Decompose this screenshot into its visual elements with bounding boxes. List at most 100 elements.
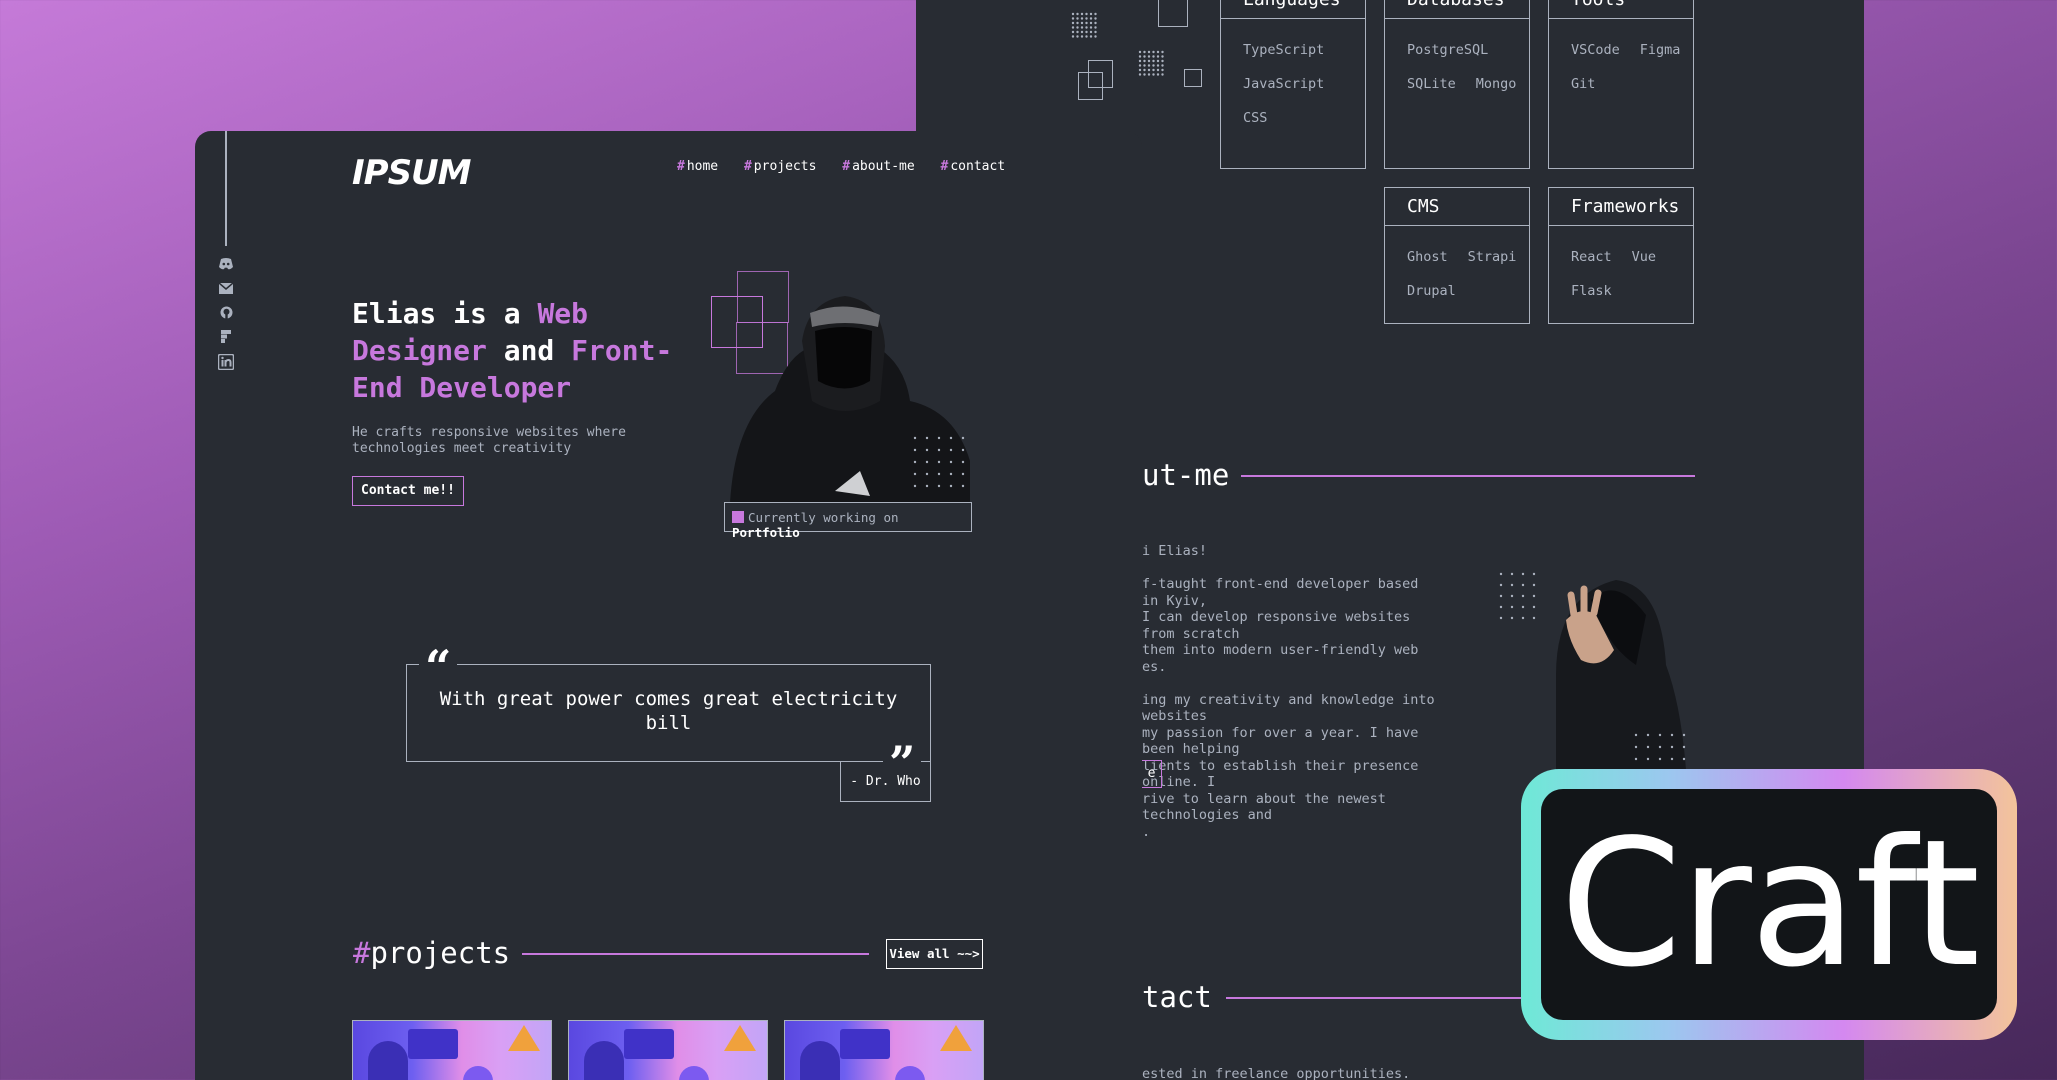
dot [1161, 59, 1164, 63]
skill-box-items: Ghost Strapi Drupal [1385, 226, 1529, 308]
nav-about-me[interactable]: # about-me [842, 159, 914, 174]
about-line: i Elias! [1142, 543, 1208, 559]
dot [1521, 616, 1525, 620]
dot [949, 460, 953, 464]
skill-box-databases: Databases PostgreSQL SQLite Mongo [1384, 0, 1530, 169]
logo[interactable]: IPSUM [352, 153, 471, 193]
square-decoration [1088, 60, 1113, 88]
dot [925, 448, 929, 452]
dot [1143, 64, 1146, 67]
dot [1161, 73, 1164, 76]
social-icons [217, 258, 235, 378]
dot [1143, 59, 1146, 63]
dot [1532, 594, 1536, 598]
nav-hash: # [743, 159, 752, 174]
dot [1138, 68, 1142, 72]
read-more-button[interactable]: e [1142, 760, 1162, 788]
dot [913, 436, 917, 440]
dot [1094, 17, 1097, 20]
dot [1089, 17, 1093, 20]
project-card[interactable] [568, 1020, 768, 1080]
linkedin-icon[interactable] [217, 353, 235, 371]
dot [1089, 26, 1093, 29]
dot [1085, 17, 1088, 20]
projects-divider [522, 953, 869, 955]
nav-contact[interactable]: # contact [941, 159, 1006, 174]
skill-item: Flask [1571, 283, 1612, 299]
dot [1147, 50, 1151, 54]
dot [925, 436, 929, 440]
dot [961, 436, 965, 440]
dot [1094, 12, 1097, 16]
skill-box-languages: Languages TypeScript JavaScript CSS [1220, 0, 1366, 169]
about-line [1142, 675, 1442, 692]
about-line: I can develop responsive websites from s… [1142, 609, 1411, 642]
nav-home[interactable]: # home [677, 159, 718, 174]
dot [1071, 12, 1075, 16]
nav-label: home [686, 159, 719, 174]
dot [1080, 12, 1084, 16]
dot [1646, 745, 1650, 749]
dot [1085, 30, 1088, 34]
dot [1071, 30, 1075, 34]
dot [1080, 26, 1084, 29]
dot [1682, 745, 1686, 749]
dot [1499, 572, 1503, 576]
skill-item: Strapi [1467, 249, 1517, 265]
dot [1658, 745, 1662, 749]
dot [1143, 68, 1146, 72]
projects-hash: # [353, 936, 371, 970]
dot [937, 484, 941, 488]
view-all-button[interactable]: View all ~~> [886, 939, 983, 969]
skill-item: Vue [1631, 249, 1657, 265]
dot [1156, 68, 1160, 72]
craft-badge: Craft [1521, 769, 2017, 1040]
figma-icon[interactable] [218, 330, 234, 346]
dot [1071, 21, 1075, 25]
hero-title: Elias is a Web Designer and Front-End De… [352, 295, 692, 406]
dot [913, 472, 917, 476]
about-line: my passion for over a year. I have been … [1142, 724, 1419, 758]
dot [1089, 21, 1093, 25]
dot [937, 472, 941, 476]
dot [1071, 35, 1075, 38]
dot [1510, 572, 1514, 576]
about-line: f-taught front-end developer based in Ky… [1142, 576, 1419, 609]
dot [1076, 35, 1079, 38]
dot [1138, 50, 1142, 54]
github-icon[interactable] [218, 306, 234, 322]
about-line: lients to establish their presence onlin… [1142, 757, 1419, 791]
about-line: rive to learn about the newest technolog… [1142, 790, 1386, 824]
dot [1089, 30, 1093, 34]
skill-item: Figma [1639, 42, 1681, 58]
skill-box-title: Languages [1221, 0, 1365, 19]
project-card[interactable] [784, 1020, 984, 1080]
skill-box-items: React Vue Flask [1549, 226, 1693, 308]
dot [1094, 21, 1097, 25]
quote-text: With great power comes great electricity… [439, 688, 898, 734]
dot [1658, 757, 1662, 761]
project-card[interactable] [352, 1020, 552, 1080]
dot [1634, 733, 1638, 737]
dot [925, 460, 929, 464]
skill-item: JavaScript [1243, 76, 1325, 92]
dot [913, 484, 917, 488]
dot [1147, 59, 1151, 63]
nav-projects[interactable]: # projects [744, 159, 816, 174]
nav-hash: # [677, 159, 685, 174]
dot [1147, 55, 1151, 58]
dot [1152, 68, 1155, 72]
contact-button[interactable]: Contact me!! [352, 476, 464, 506]
dot [1076, 12, 1079, 16]
dot [949, 448, 953, 452]
dot [1156, 73, 1160, 76]
discord-icon[interactable] [218, 258, 234, 274]
dot [1147, 64, 1151, 67]
email-icon[interactable] [218, 282, 234, 298]
skill-box-title: Databases [1385, 0, 1529, 19]
square-decoration [1184, 69, 1202, 87]
projects-label: projects [370, 936, 511, 970]
contact-title: tact [1142, 980, 1212, 1014]
dot [1634, 745, 1638, 749]
dot [937, 436, 941, 440]
